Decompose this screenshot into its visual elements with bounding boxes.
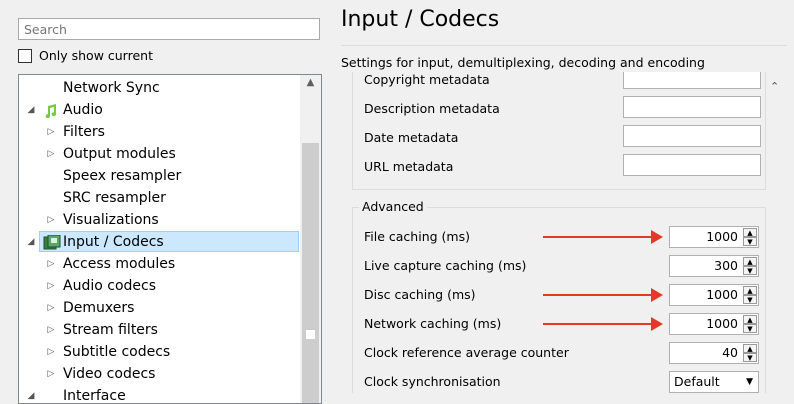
codecs-icon <box>43 234 61 250</box>
spinbox-value: 40 <box>722 345 738 360</box>
spin-up-icon[interactable]: ▲ <box>743 315 757 324</box>
advanced-section-title: Advanced <box>359 199 427 214</box>
collapsed-arrow-icon[interactable]: ▷ <box>45 143 57 165</box>
scroll-up-icon[interactable]: ▲ <box>300 77 321 88</box>
only-show-current-option[interactable]: Only show current <box>18 48 153 63</box>
annotation-arrow-icon <box>543 317 663 331</box>
metadata-label: Date metadata <box>364 130 459 145</box>
tree-item-label: Speex resampler <box>63 168 182 184</box>
collapsed-arrow-icon[interactable]: ▷ <box>45 121 57 143</box>
scrollbar-thumb[interactable] <box>302 143 319 403</box>
spin-down-icon[interactable]: ▼ <box>743 266 757 275</box>
tree-item[interactable]: Speex resampler <box>19 165 299 187</box>
tree-item[interactable]: Network Sync <box>19 77 299 99</box>
tree-item[interactable]: SRC resampler <box>19 187 299 209</box>
tree-item-label: Network Sync <box>63 80 160 96</box>
advanced-setting-label: Network caching (ms) <box>364 316 502 331</box>
tree-item[interactable]: ▷ Stream filters <box>19 319 299 341</box>
collapsed-arrow-icon[interactable]: ▷ <box>45 297 57 319</box>
tree-item-label: Output modules <box>63 146 176 162</box>
collapsed-arrow-icon[interactable]: ▷ <box>45 253 57 275</box>
advanced-setting-label: Clock synchronisation <box>364 374 501 389</box>
metadata-label: URL metadata <box>364 159 454 174</box>
advanced-setting-label: Clock reference average counter <box>364 345 569 360</box>
tree-item-label: Input / Codecs <box>63 234 164 250</box>
spin-up-icon[interactable]: ▲ <box>743 344 757 353</box>
search-input[interactable] <box>18 18 320 40</box>
tree-item-label: Filters <box>63 124 105 140</box>
tree-item-label: Audio codecs <box>63 278 156 294</box>
page-description: Settings for input, demultiplexing, deco… <box>341 55 705 70</box>
metadata-field[interactable] <box>623 96 761 118</box>
tree-scrollbar[interactable]: ▲ <box>300 75 321 403</box>
advanced-setting-label: Disc caching (ms) <box>364 287 476 302</box>
caching-spinbox[interactable]: 1000 ▲ ▼ <box>669 284 759 306</box>
spinbox-value: 1000 <box>706 316 738 331</box>
spinbox-value: 300 <box>714 258 738 273</box>
spin-up-icon[interactable]: ▲ <box>743 257 757 266</box>
tree-item[interactable]: ▷ Audio codecs <box>19 275 299 297</box>
expanded-arrow-icon[interactable]: ◢ <box>25 99 37 121</box>
tree-item-label: Demuxers <box>63 300 135 316</box>
tree-item[interactable]: ◢ Input / Codecs <box>19 231 299 253</box>
caching-spinbox[interactable]: 300 ▲ ▼ <box>669 255 759 277</box>
only-show-current-label: Only show current <box>39 48 153 63</box>
collapsed-arrow-icon[interactable]: ▷ <box>45 209 57 231</box>
spinbox-value: 1000 <box>706 229 738 244</box>
settings-scroll-up-icon[interactable]: ⌃ <box>770 80 779 93</box>
scrollbar-marker <box>306 330 315 339</box>
tree-item[interactable]: ▷ Filters <box>19 121 299 143</box>
caching-spinbox[interactable]: 40 ▲ ▼ <box>669 342 759 364</box>
spin-up-icon[interactable]: ▲ <box>743 286 757 295</box>
annotation-arrow-icon <box>543 288 663 302</box>
tree-item-label: Visualizations <box>63 212 159 228</box>
collapsed-arrow-icon[interactable]: ▷ <box>45 275 57 297</box>
advanced-setting-label: File caching (ms) <box>364 229 470 244</box>
spin-down-icon[interactable]: ▼ <box>743 324 757 333</box>
metadata-label: Copyright metadata <box>364 72 490 87</box>
collapsed-arrow-icon[interactable]: ▷ <box>45 319 57 341</box>
tree-item[interactable]: ▷ Output modules <box>19 143 299 165</box>
tree-item[interactable]: ▷ Visualizations <box>19 209 299 231</box>
tree-item[interactable]: ◢ Interface <box>19 385 299 404</box>
tree-item-label: Audio <box>63 102 103 118</box>
only-show-current-checkbox[interactable] <box>18 48 32 63</box>
caching-spinbox[interactable]: 1000 ▲ ▼ <box>669 313 759 335</box>
title-divider <box>341 45 787 46</box>
tree-item-label: SRC resampler <box>63 190 166 206</box>
chevron-down-icon: ▼ <box>746 377 753 387</box>
tree-item-label: Video codecs <box>63 366 156 382</box>
tree-item[interactable]: ▷ Subtitle codecs <box>19 341 299 363</box>
spin-down-icon[interactable]: ▼ <box>743 295 757 304</box>
music-note-icon <box>43 103 59 119</box>
caching-spinbox[interactable]: 1000 ▲ ▼ <box>669 226 759 248</box>
spin-up-icon[interactable]: ▲ <box>743 228 757 237</box>
expanded-arrow-icon[interactable]: ◢ <box>25 385 37 403</box>
advanced-setting-label: Live capture caching (ms) <box>364 258 527 273</box>
metadata-label: Description metadata <box>364 101 500 116</box>
metadata-field[interactable] <box>623 154 761 176</box>
select-value: Default <box>674 374 720 389</box>
tree-item-label: Access modules <box>63 256 176 272</box>
tree-item[interactable]: ▷ Demuxers <box>19 297 299 319</box>
tree-item-label: Subtitle codecs <box>63 344 171 360</box>
annotation-arrow-icon <box>543 230 663 244</box>
metadata-field[interactable] <box>623 125 761 147</box>
tree-item[interactable]: ▷ Access modules <box>19 253 299 275</box>
collapsed-arrow-icon[interactable]: ▷ <box>45 363 57 385</box>
expanded-arrow-icon[interactable]: ◢ <box>25 231 37 253</box>
settings-area: Copyright metadata Description metadata Da… <box>346 72 766 393</box>
metadata-field[interactable] <box>623 72 761 89</box>
collapsed-arrow-icon[interactable]: ▷ <box>45 341 57 363</box>
spinbox-value: 1000 <box>706 287 738 302</box>
tree-item[interactable]: ◢ Audio <box>19 99 299 121</box>
tree-item[interactable]: ▷ Video codecs <box>19 363 299 385</box>
spin-down-icon[interactable]: ▼ <box>743 237 757 246</box>
clock-sync-select[interactable]: Default ▼ <box>669 371 759 393</box>
tree-item-label: Interface <box>63 388 126 404</box>
page-title: Input / Codecs <box>341 7 500 32</box>
tree-item-label: Stream filters <box>63 322 158 338</box>
preferences-tree[interactable]: Network Sync ◢ Audio ▷ Filters ▷ Output module… <box>18 74 322 404</box>
spin-down-icon[interactable]: ▼ <box>743 353 757 362</box>
